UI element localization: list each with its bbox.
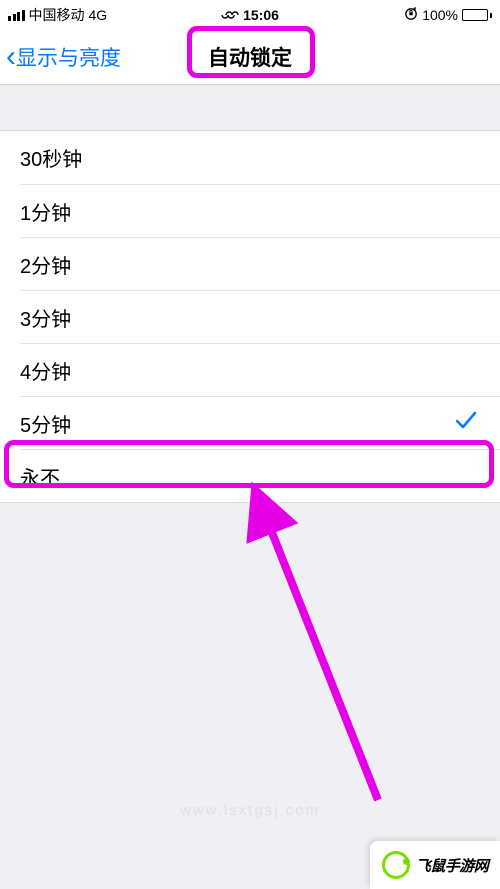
watermark-text: www.lsxtgsj.com (0, 802, 500, 819)
chevron-left-icon: ‹ (6, 42, 16, 72)
site-logo-badge: 飞鼠手游网 (370, 841, 500, 889)
option-1min[interactable]: 1分钟 (20, 184, 500, 237)
logo-text: 飞鼠手游网 (416, 855, 489, 876)
battery-icon (462, 9, 492, 21)
option-30s[interactable]: 30秒钟 (0, 131, 500, 184)
battery-percent: 100% (422, 7, 458, 23)
page-title: 自动锁定 (208, 42, 292, 72)
clock-time: 15:06 (243, 7, 279, 23)
option-2min[interactable]: 2分钟 (20, 237, 500, 290)
status-bar: 中国移动 4G 15:06 100% (0, 0, 500, 30)
signal-icon (8, 10, 25, 21)
option-label: 永不 (20, 462, 60, 491)
hotspot-icon (221, 7, 239, 23)
option-5min[interactable]: 5分钟 (20, 396, 500, 449)
network-label: 4G (89, 7, 108, 23)
option-label: 4分钟 (20, 356, 71, 385)
option-never[interactable]: 永不 (20, 449, 500, 502)
option-label: 5分钟 (20, 409, 71, 438)
option-4min[interactable]: 4分钟 (20, 343, 500, 396)
carrier-label: 中国移动 (29, 5, 85, 25)
back-button[interactable]: ‹ 显示与亮度 (6, 42, 121, 72)
checkmark-icon (454, 409, 478, 437)
orientation-lock-icon (404, 7, 418, 24)
option-3min[interactable]: 3分钟 (20, 290, 500, 343)
option-label: 1分钟 (20, 197, 71, 226)
auto-lock-options-list: 30秒钟 1分钟 2分钟 3分钟 4分钟 5分钟 永不 (0, 130, 500, 503)
option-label: 3分钟 (20, 303, 71, 332)
option-label: 30秒钟 (20, 143, 82, 172)
back-label: 显示与亮度 (16, 42, 121, 72)
nav-bar: ‹ 显示与亮度 自动锁定 (0, 30, 500, 85)
logo-icon (382, 851, 410, 879)
option-label: 2分钟 (20, 250, 71, 279)
